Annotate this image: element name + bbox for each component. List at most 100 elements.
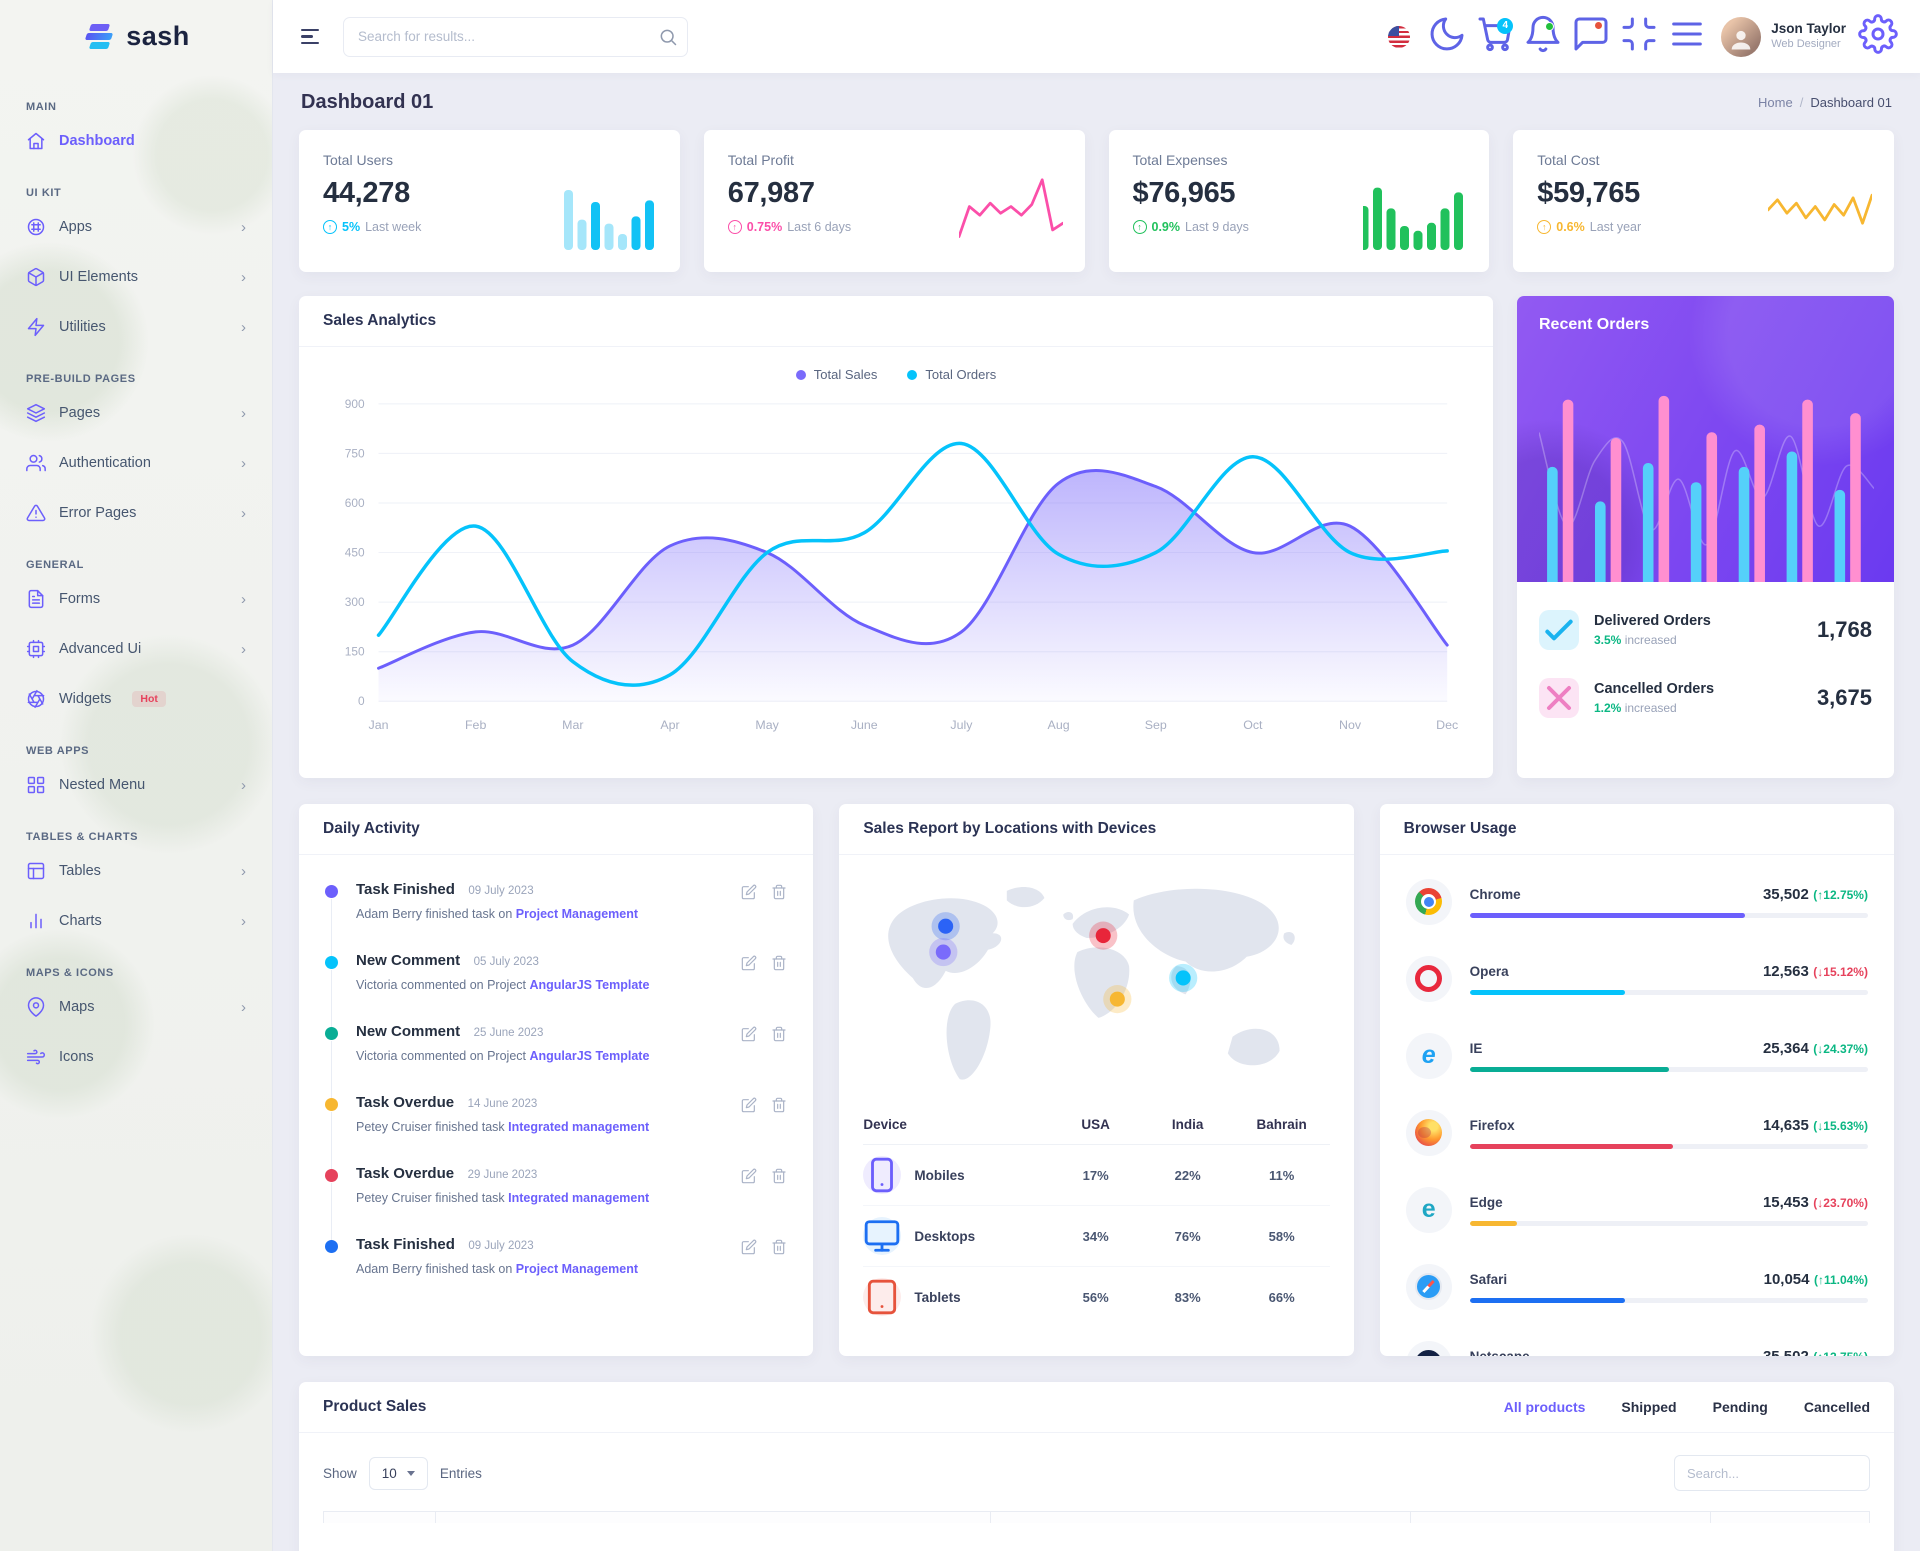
device-icon [863,1217,902,1255]
user-menu[interactable]: Json Taylor Web Designer [1771,21,1846,52]
trend-up-circle-icon [1132,220,1147,234]
sidebar-item[interactable]: Icons [16,1035,256,1079]
activity-date: 29 June 2023 [467,1169,538,1181]
stat-sparkline [1363,187,1464,250]
sidebar-item[interactable]: Tables › [16,849,256,893]
world-map [861,869,1331,1101]
cart-button[interactable]: 4 [1475,17,1515,57]
trash-icon[interactable] [771,1168,787,1184]
sidebar-item[interactable]: Apps › [16,205,256,249]
edit-icon[interactable] [741,1168,757,1184]
search-input[interactable] [343,16,688,57]
sidebar-item[interactable]: Advanced Ui › [16,627,256,671]
activity-dot [325,1169,338,1182]
chevron-right-icon: › [241,998,246,1016]
app-root: sash MAIN Dashboard UI KIT Apps › UI Ele… [0,0,1920,1551]
activity-project-link[interactable]: AngularJS Template [529,978,649,992]
sidebar-item-label: UI Elements [59,269,138,285]
sidebar-nav: MAIN Dashboard UI KIT Apps › UI Elements… [0,73,272,1115]
activity-date: 25 June 2023 [473,1027,544,1039]
device-row: Desktops 34% 76% 58% [863,1206,1330,1267]
svg-text:600: 600 [345,496,365,510]
trash-icon[interactable] [771,884,787,900]
edit-icon[interactable] [741,955,757,971]
edit-icon[interactable] [741,1239,757,1255]
browser-row: Edge 15,453 (↓23.70%) [1405,1171,1868,1248]
order-status-icon [1539,678,1579,718]
col-usa: USA [1081,1117,1110,1132]
activity-project-link[interactable]: Integrated management [508,1120,649,1134]
sales-analytics-title: Sales Analytics [323,312,437,329]
activity-project-link[interactable]: Project Management [516,1262,638,1276]
dark-mode-button[interactable] [1427,17,1467,57]
product-sales-tab[interactable]: Pending [1713,1399,1768,1415]
activity-title: Task Overdue [356,1165,455,1182]
edit-icon[interactable] [741,1026,757,1042]
edit-icon[interactable] [741,1097,757,1113]
table-search-input[interactable] [1674,1455,1870,1491]
fullscreen-button[interactable] [1619,17,1659,57]
order-count: 3,675 [1816,685,1872,710]
recent-orders-hero: Recent Orders [1517,296,1894,582]
legend-item: Total Sales [795,367,877,382]
logo-text: sash [126,21,190,51]
product-sales-tab[interactable]: All products [1504,1399,1586,1415]
sidebar-item[interactable]: Forms › [16,577,256,621]
menulines-icon [1667,14,1707,59]
trash-icon[interactable] [771,1026,787,1042]
breadcrumb-home[interactable]: Home [1758,95,1793,110]
sidebar-item[interactable]: UI Elements › [16,255,256,299]
messages-button[interactable] [1571,17,1611,57]
legend-dot [907,369,918,380]
activity-item: Task Finished 09 July 2023 Adam Berry fi… [325,1236,787,1307]
activity-project-link[interactable]: AngularJS Template [529,1049,649,1063]
sidebar-toggle-button[interactable] [295,23,325,50]
sidebar-section-label: UI KIT [26,187,62,199]
browser-logo-icon [1415,1119,1443,1146]
activity-project-link[interactable]: Integrated management [508,1191,649,1205]
browser-logo-icon [1415,888,1443,915]
sidebar-item[interactable]: Pages › [16,391,256,435]
logo[interactable]: sash [0,0,272,73]
sidebar-item[interactable]: Nested Menu › [16,763,256,807]
notifications-button[interactable] [1523,15,1563,57]
chevron-right-icon: › [241,218,246,236]
apps-list-button[interactable] [1667,17,1707,57]
sales-report-card: Sales Report by Locations with Devices D… [839,804,1354,1356]
sidebar-item[interactable]: Dashboard [16,119,256,163]
browser-logo-icon [1415,1273,1443,1300]
sidebar-item-label: Apps [59,219,93,235]
sales-analytics-card: Sales Analytics Total Sales Total Orders… [299,296,1493,778]
sidebar-item[interactable]: Maps › [16,985,256,1029]
product-sales-tab[interactable]: Shipped [1621,1399,1676,1415]
language-flag-button[interactable] [1379,17,1419,57]
page-content: Dashboard 01 Home / Dashboard 01 Total U… [273,73,1920,1551]
stat-card: Total Users 44,278 5% Last week [299,130,680,272]
svg-text:Apr: Apr [660,718,679,732]
product-sales-tab[interactable]: Cancelled [1804,1399,1870,1415]
sidebar-item[interactable]: Charts › [16,899,256,943]
trash-icon[interactable] [771,1239,787,1255]
sidebar-item[interactable]: Authentication › [16,441,256,485]
sidebar-item[interactable]: Utilities › [16,305,256,349]
sidebar-item-label: Error Pages [59,505,137,521]
activity-project-link[interactable]: Project Management [516,907,638,921]
search-icon[interactable] [658,27,678,47]
sidebar-item-label: Dashboard [59,133,135,149]
settings-button[interactable] [1858,14,1898,57]
activity-date: 14 June 2023 [467,1098,538,1110]
edit-icon[interactable] [741,884,757,900]
trash-icon[interactable] [771,955,787,971]
entries-select[interactable]: 10 [368,1456,428,1490]
legend-item: Total Orders [907,367,996,382]
chat-icon [1571,14,1611,59]
device-icon [863,1278,902,1316]
main-area: 4 Json Taylor Web Designer [273,0,1920,1551]
sidebar-item[interactable]: Widgets Hot [16,677,256,721]
activity-title: Task Overdue [356,1094,455,1111]
sidebar-item[interactable]: Error Pages › [16,491,256,535]
avatar[interactable] [1721,16,1762,57]
browser-progress-fill [1469,1066,1669,1072]
trash-icon[interactable] [771,1097,787,1113]
chevron-right-icon: › [241,454,246,472]
